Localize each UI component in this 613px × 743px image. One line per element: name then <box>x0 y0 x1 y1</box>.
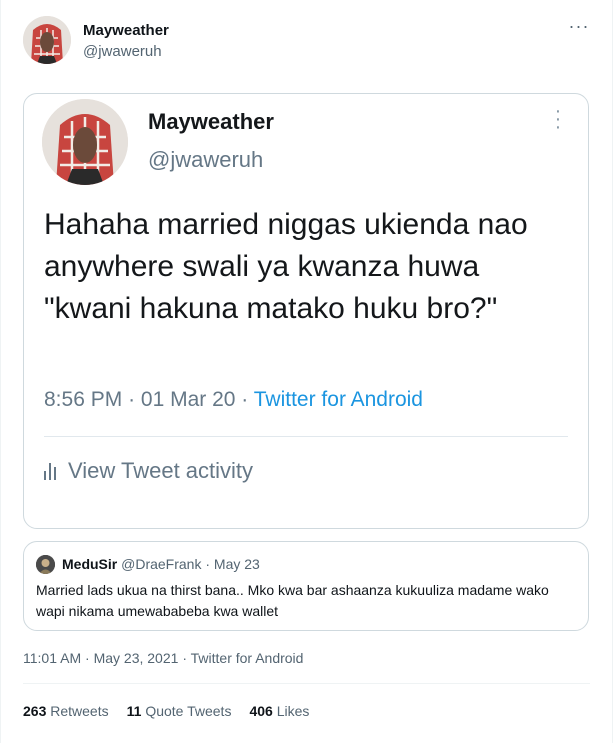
more-options-button[interactable]: ··· <box>566 16 592 38</box>
quote-text: Married lads ukua na thirst bana.. Mko k… <box>36 582 549 619</box>
quote-date: May 23 <box>213 556 260 572</box>
likes-count: 406 <box>249 703 273 719</box>
screenshot-meta: 8:56 PM · 01 Mar 20 · Twitter for Androi… <box>44 388 423 411</box>
tweet-image[interactable]: Mayweather @jwaweruh · · · Hahaha married … <box>23 93 589 529</box>
divider <box>23 683 590 684</box>
tweet-stats: 263 Retweets 11 Quote Tweets 406 Likes <box>23 703 309 719</box>
screenshot-tweet-text: Hahaha married niggas ukienda nao anywhe… <box>44 208 528 325</box>
retweets-count: 263 <box>23 703 47 719</box>
quote-tweets-stat[interactable]: 11 Quote Tweets <box>127 703 232 719</box>
screenshot-avatar <box>42 99 128 185</box>
user-handle[interactable]: @jwaweruh <box>83 43 162 60</box>
likes-label: Likes <box>276 703 310 719</box>
activity-label: View Tweet activity <box>68 458 254 483</box>
quote-handle: @DraeFrank <box>121 556 202 572</box>
screenshot-display-name: Mayweather <box>148 109 274 134</box>
quoted-tweet[interactable]: MeduSir @DraeFrank · May 23 Married lads… <box>23 541 589 631</box>
quote-tweets-label: Quote Tweets <box>145 703 232 719</box>
likes-stat[interactable]: 406 Likes <box>249 703 309 719</box>
retweets-stat[interactable]: 263 Retweets <box>23 703 109 719</box>
more-vertical-icon: · · · <box>554 100 562 138</box>
screenshot-handle: @jwaweruh <box>148 147 264 172</box>
analytics-icon <box>44 462 56 480</box>
quote-tweets-count: 11 <box>126 703 142 719</box>
screenshot-source: Twitter for Android <box>253 388 423 411</box>
tweet-timestamp: 11:01 AM · May 23, 2021 · Twitter for An… <box>23 650 304 666</box>
tweet-time[interactable]: 11:01 AM <box>23 650 81 666</box>
avatar[interactable] <box>23 16 71 64</box>
screenshot-date: 01 Mar 20 <box>140 388 236 411</box>
tweet-detail: Mayweather @jwaweruh ··· Mayweather @jwa… <box>0 0 613 743</box>
more-horizontal-icon: ··· <box>568 16 590 36</box>
screenshot-time: 8:56 PM <box>44 388 123 411</box>
display-name[interactable]: Mayweather <box>83 22 169 39</box>
divider <box>44 436 568 437</box>
retweets-label: Retweets <box>50 703 109 719</box>
tweet-date[interactable]: May 23, 2021 <box>94 650 179 666</box>
tweet-source[interactable]: Twitter for Android <box>191 650 304 666</box>
quote-name: MeduSir <box>62 556 118 572</box>
quote-avatar <box>36 555 55 574</box>
screenshot-activity: View Tweet activity <box>44 458 253 484</box>
quote-header: MeduSir @DraeFrank · May 23 <box>62 556 260 572</box>
